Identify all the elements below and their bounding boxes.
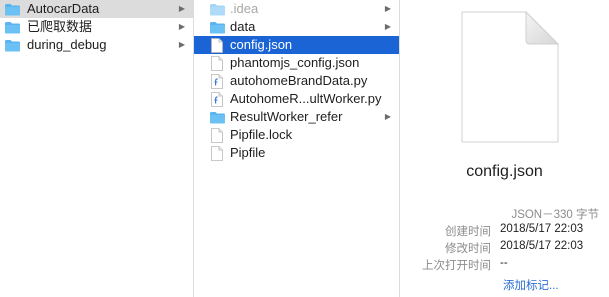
column2-item-autohome-brand-data[interactable]: autohomeBrandData.py — [194, 72, 399, 90]
last-opened-label: 上次打开时间 — [422, 260, 491, 272]
column2-item-result-worker-refer[interactable]: ResultWorker_refer ▶ — [194, 108, 399, 126]
preview-file-name: config.json — [466, 163, 543, 180]
file-kind-size: JSON－330 字节 — [511, 209, 599, 221]
column2-item-label: config.json — [230, 37, 293, 52]
folder-icon — [5, 39, 20, 51]
document-icon — [211, 145, 223, 161]
modified-value: 2018/5/17 22:03 — [500, 240, 584, 252]
last-opened-value: -- — [500, 257, 508, 269]
chevron-right-icon: ▶ — [384, 112, 391, 121]
chevron-right-icon: ▶ — [384, 22, 391, 31]
column2-item-label: autohomeBrandData.py — [230, 73, 368, 88]
created-value: 2018/5/17 22:03 — [500, 223, 584, 235]
chevron-right-icon: ▶ — [178, 22, 185, 31]
column2-item-label: data — [230, 19, 256, 34]
column1-item-label: AutocarData — [27, 1, 100, 16]
column1-item-crawled-data[interactable]: 已爬取数据 ▶ — [0, 18, 193, 36]
column2-item-label: Pipfile.lock — [230, 127, 293, 142]
column2-item-phantomjs-config[interactable]: phantomjs_config.json — [194, 54, 399, 72]
chevron-right-icon: ▶ — [384, 4, 391, 13]
python-file-icon — [211, 91, 223, 107]
column2-item-label: AutohomeR...ultWorker.py — [230, 91, 382, 106]
folder-icon — [5, 3, 20, 15]
folder-icon — [210, 111, 225, 123]
document-icon — [211, 55, 223, 71]
document-icon — [211, 127, 223, 143]
chevron-right-icon: ▶ — [178, 4, 185, 13]
column2-item-data[interactable]: data ▶ — [194, 18, 399, 36]
column1-item-label: during_debug — [27, 37, 107, 52]
column2-item-pipfile[interactable]: Pipfile — [194, 144, 399, 162]
column2-item-idea[interactable]: .idea ▶ — [194, 0, 399, 18]
column2-item-label: .idea — [230, 1, 259, 16]
modified-label: 修改时间 — [445, 243, 491, 255]
column2-item-label: ResultWorker_refer — [230, 109, 343, 124]
column1-item-label: 已爬取数据 — [27, 19, 93, 34]
folder-icon — [210, 21, 225, 33]
column2-item-pipfile-lock[interactable]: Pipfile.lock — [194, 126, 399, 144]
document-icon — [211, 37, 223, 53]
chevron-right-icon: ▶ — [178, 40, 185, 49]
created-label: 创建时间 — [445, 226, 491, 238]
folder-icon — [5, 21, 20, 33]
column1-item-autocardata[interactable]: AutocarData ▶ — [0, 0, 193, 18]
column2-item-label: Pipfile — [230, 145, 266, 160]
python-file-icon — [211, 73, 223, 89]
column-1: AutocarData ▶ 已爬取数据 ▶ during_debug ▶ — [0, 0, 194, 297]
column2-item-autohome-result-worker[interactable]: AutohomeR...ultWorker.py — [194, 90, 399, 108]
document-preview-icon — [460, 10, 560, 144]
column1-item-during-debug[interactable]: during_debug ▶ — [0, 36, 193, 54]
add-tags-link[interactable]: 添加标记... — [503, 277, 559, 293]
column2-item-label: phantomjs_config.json — [230, 55, 360, 70]
column2-item-config-json[interactable]: config.json — [194, 36, 399, 54]
column-2: .idea ▶ data ▶ config.json phantomjs_con… — [194, 0, 400, 297]
preview-pane: config.json JSON－330 字节 创建时间 2018/5/17 2… — [400, 0, 609, 297]
folder-icon — [210, 3, 225, 15]
